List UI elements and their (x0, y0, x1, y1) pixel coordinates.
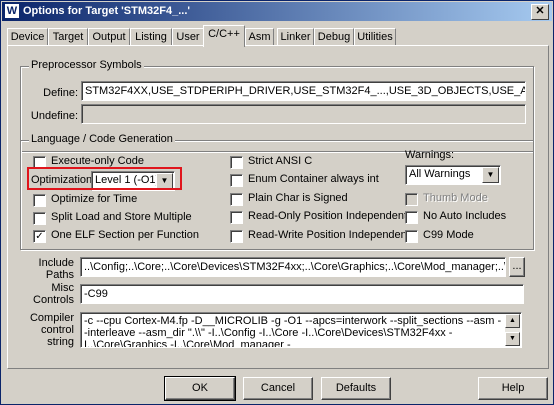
enum-int-label: Enum Container always int (248, 173, 379, 185)
rw-pi-box[interactable] (230, 230, 243, 243)
thumb-mode-box (405, 193, 418, 206)
preprocessor-group-title: Preprocessor Symbols (29, 59, 144, 71)
enum-int-box[interactable] (230, 174, 243, 187)
ro-pi-box[interactable] (230, 211, 243, 224)
rw-pi-label: Read-Write Position Independent (248, 229, 410, 241)
ok-button[interactable]: OK (164, 376, 236, 401)
tab-listing[interactable]: Listing (130, 28, 172, 46)
optimize-time-box[interactable] (33, 194, 46, 207)
c99-mode-box[interactable] (405, 230, 418, 243)
optimization-highlight (27, 167, 182, 190)
window-title: Options for Target 'STM32F4_...' (23, 5, 190, 17)
tab-linker[interactable]: Linker (277, 28, 314, 46)
split-load-box[interactable] (33, 212, 46, 225)
strict-ansi-label: Strict ANSI C (248, 155, 313, 167)
one-elf-label: One ELF Section per Function (51, 229, 199, 241)
tab-target[interactable]: Target (48, 28, 88, 46)
plain-char-box[interactable] (230, 193, 243, 206)
ro-pi-label: Read-Only Position Independent (248, 210, 407, 222)
undefine-label: Undefine: (30, 110, 78, 122)
tab-asm[interactable]: Asm (245, 28, 274, 46)
codegen-group-title: Language / Code Generation (29, 133, 175, 145)
options-dialog: W Options for Target 'STM32F4_...' ✕ Dev… (0, 0, 554, 405)
misc-controls-label: Misc Controls (33, 282, 74, 306)
define-label: Define: (43, 87, 78, 99)
plain-char-label: Plain Char is Signed (248, 192, 348, 204)
optimize-time-label: Optimize for Time (51, 193, 138, 205)
include-paths-input[interactable]: ..\Config;..\Core;..\Core\Devices\STM32F… (80, 257, 506, 277)
cancel-button[interactable]: Cancel (243, 377, 313, 400)
strict-ansi-box[interactable] (230, 156, 243, 169)
defaults-button[interactable]: Defaults (321, 377, 391, 400)
compiler-control-scrollbar[interactable]: ▲ ▼ (505, 314, 520, 346)
tab-user[interactable]: User (172, 28, 204, 46)
compiler-control-text: -c --cpu Cortex-M4.fp -D__MICROLIB -g -O… (84, 315, 502, 348)
tab-utilities[interactable]: Utilities (354, 28, 396, 46)
warnings-select[interactable]: All Warnings ▼ (405, 165, 501, 185)
close-button[interactable]: ✕ (531, 4, 549, 20)
title-bar[interactable]: W Options for Target 'STM32F4_...' ✕ (2, 2, 552, 21)
app-icon: W (5, 4, 19, 18)
tab-device[interactable]: Device (7, 28, 48, 46)
warnings-label: Warnings: (405, 149, 455, 161)
define-input[interactable]: STM32F4XX,USE_STDPERIPH_DRIVER,USE_STM32… (81, 81, 526, 101)
no-auto-includes-label: No Auto Includes (423, 210, 507, 222)
execute-only-label: Execute-only Code (51, 155, 144, 167)
tab-c-cpp[interactable]: C/C++ (203, 25, 245, 47)
codegen-group: Language / Code Generation Execute-only … (20, 133, 534, 250)
include-paths-label: Include Paths (38, 257, 74, 281)
split-load-label: Split Load and Store Multiple (51, 211, 192, 223)
chevron-down-icon[interactable]: ▼ (482, 167, 499, 183)
browse-include-button[interactable]: ... (509, 257, 525, 277)
check-icon[interactable]: ✓ (33, 230, 46, 243)
compiler-control-label: Compiler control string (29, 312, 74, 348)
scroll-up-icon[interactable]: ▲ (505, 314, 520, 328)
misc-controls-input[interactable]: -C99 (80, 284, 524, 304)
no-auto-includes-box[interactable] (405, 211, 418, 224)
compiler-control-textarea[interactable]: -c --cpu Cortex-M4.fp -D__MICROLIB -g -O… (80, 312, 522, 348)
help-button[interactable]: Help (478, 377, 548, 400)
undefine-input[interactable] (81, 104, 526, 124)
tab-debug[interactable]: Debug (314, 28, 354, 46)
thumb-mode-label: Thumb Mode (423, 192, 488, 204)
scroll-down-icon[interactable]: ▼ (505, 332, 520, 346)
tab-output[interactable]: Output (88, 28, 130, 46)
warnings-value: All Warnings (409, 168, 471, 180)
c99-mode-label: C99 Mode (423, 229, 474, 241)
c-cpp-panel: Preprocessor Symbols Define: STM32F4XX,U… (7, 45, 549, 369)
